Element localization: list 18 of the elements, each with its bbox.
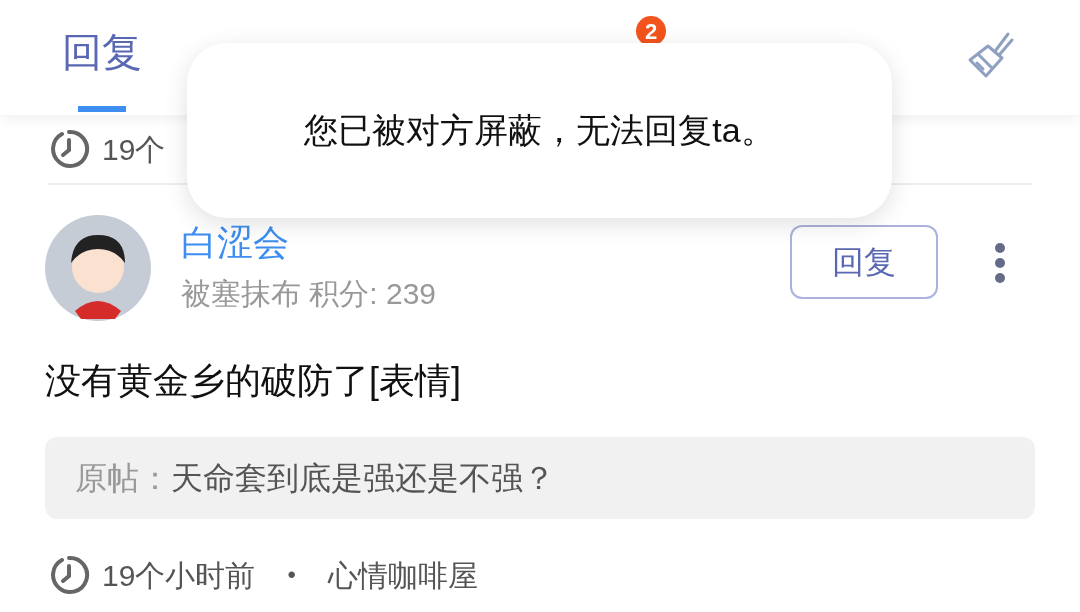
broom-icon[interactable] bbox=[966, 30, 1016, 80]
time-text: 19个 bbox=[102, 131, 166, 168]
quote-label: 原帖： bbox=[75, 459, 171, 498]
reply-button[interactable]: 回复 bbox=[790, 225, 938, 299]
board-name[interactable]: 心情咖啡屋 bbox=[327, 552, 478, 598]
post-content: 没有黄金乡的破防了[表情] bbox=[45, 359, 462, 403]
toast-message: 您已被对方屏蔽，无法回复ta。 bbox=[304, 110, 775, 151]
tab[interactable]: 回复 bbox=[62, 26, 142, 78]
separator-dot: • bbox=[287, 560, 296, 590]
quote-box[interactable]: 原帖：天命套到底是强还是不强？ bbox=[45, 437, 1035, 519]
clock-icon bbox=[48, 554, 90, 596]
author-subtitle: 被塞抹布 积分: 239 bbox=[181, 276, 437, 312]
unread-badge: 2 bbox=[636, 16, 666, 46]
more-icon[interactable] bbox=[994, 242, 1006, 284]
clock-icon bbox=[48, 128, 90, 170]
author-name[interactable]: 白涩会 bbox=[181, 220, 437, 266]
time-text: 19个小时前 bbox=[102, 557, 256, 594]
quote-text: 天命套到底是强还是不强？ bbox=[171, 459, 555, 498]
